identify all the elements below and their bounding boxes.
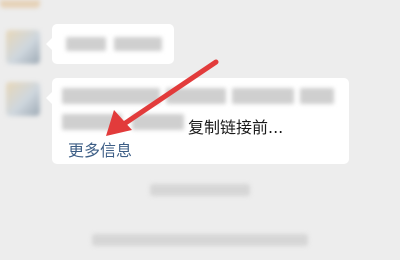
- annotation-arrow: [106, 59, 219, 136]
- arrow-shaft: [115, 59, 219, 131]
